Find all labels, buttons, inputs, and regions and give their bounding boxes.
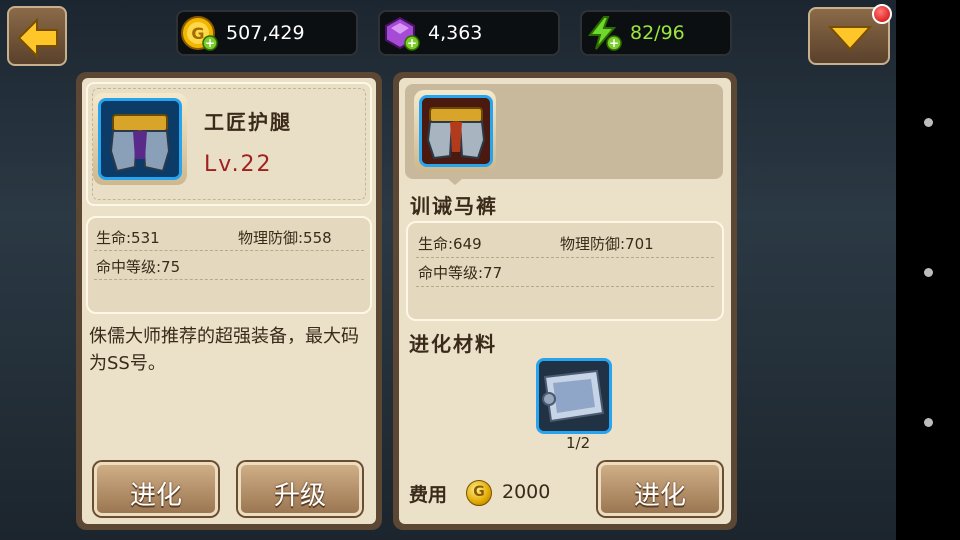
dropdown-arrow-icon — [828, 26, 872, 51]
upgrade-button-label: 升级 — [273, 481, 326, 511]
svg-text:+: + — [407, 36, 417, 50]
gold-amount: 507,429 — [226, 22, 305, 44]
fee-value: 2000 — [502, 481, 551, 503]
upgrade-button[interactable]: 升级 — [238, 462, 362, 516]
nav-home-dot[interactable] — [924, 268, 933, 277]
stats-divider — [94, 250, 364, 251]
material-icon — [536, 358, 612, 434]
current-item-icon — [98, 98, 182, 180]
evolved-item-icon-frame[interactable] — [414, 90, 496, 172]
evolved-def-stat: 物理防御:701 — [560, 235, 654, 253]
evolve-button-left[interactable]: 进化 — [94, 462, 218, 516]
evolve-button-label: 进化 — [633, 481, 686, 511]
current-hp-stat: 生命:531 — [96, 229, 160, 247]
current-item-name: 工匠护腿 — [204, 110, 292, 134]
back-arrow-icon — [17, 18, 58, 58]
pointer-triangle — [440, 172, 470, 185]
current-hit-stat: 命中等级:75 — [96, 258, 181, 276]
current-item-icon-frame[interactable] — [93, 93, 187, 185]
nav-recent-dot[interactable] — [924, 418, 933, 427]
material-slot[interactable] — [536, 358, 612, 434]
gold-coin-icon: G + — [181, 16, 218, 51]
evolved-item-icon — [419, 95, 493, 167]
energy-resource[interactable]: + 82/96 — [580, 10, 732, 56]
materials-title: 进化材料 — [409, 332, 497, 356]
evolved-hp-stat: 生命:649 — [418, 235, 482, 253]
evolve-button-label: 进化 — [129, 481, 182, 511]
svg-text:+: + — [609, 36, 619, 50]
fee-label: 费用 — [409, 484, 448, 506]
gold-resource[interactable]: G + 507,429 — [176, 10, 358, 56]
gem-resource[interactable]: + 4,363 — [378, 10, 560, 56]
current-item-level: Lv.22 — [204, 152, 273, 177]
energy-amount: 82/96 — [630, 22, 685, 44]
stats-divider — [94, 279, 364, 280]
stats-divider — [416, 286, 714, 287]
scroll-icon — [539, 361, 609, 431]
evolved-item-name: 训诫马裤 — [410, 194, 498, 218]
evolve-button-right[interactable]: 进化 — [598, 462, 722, 516]
stats-divider — [416, 257, 714, 258]
material-count: 1/2 — [566, 434, 591, 452]
evolved-hit-stat: 命中等级:77 — [418, 264, 503, 282]
gem-amount: 4,363 — [428, 22, 483, 44]
nav-back-dot[interactable] — [924, 118, 933, 127]
leg-armor-icon — [101, 101, 179, 177]
breeches-icon — [422, 98, 490, 164]
svg-text:G: G — [191, 24, 204, 43]
svg-text:+: + — [205, 36, 215, 50]
gold-coin-icon: G — [466, 480, 492, 506]
notification-badge — [872, 4, 892, 24]
gem-icon: + — [385, 16, 420, 51]
current-item-description: 侏儒大师推荐的超强装备，最大码为SS号。 — [89, 326, 359, 374]
energy-icon: + — [587, 16, 622, 51]
back-button[interactable] — [7, 6, 67, 66]
current-def-stat: 物理防御:558 — [238, 229, 332, 247]
